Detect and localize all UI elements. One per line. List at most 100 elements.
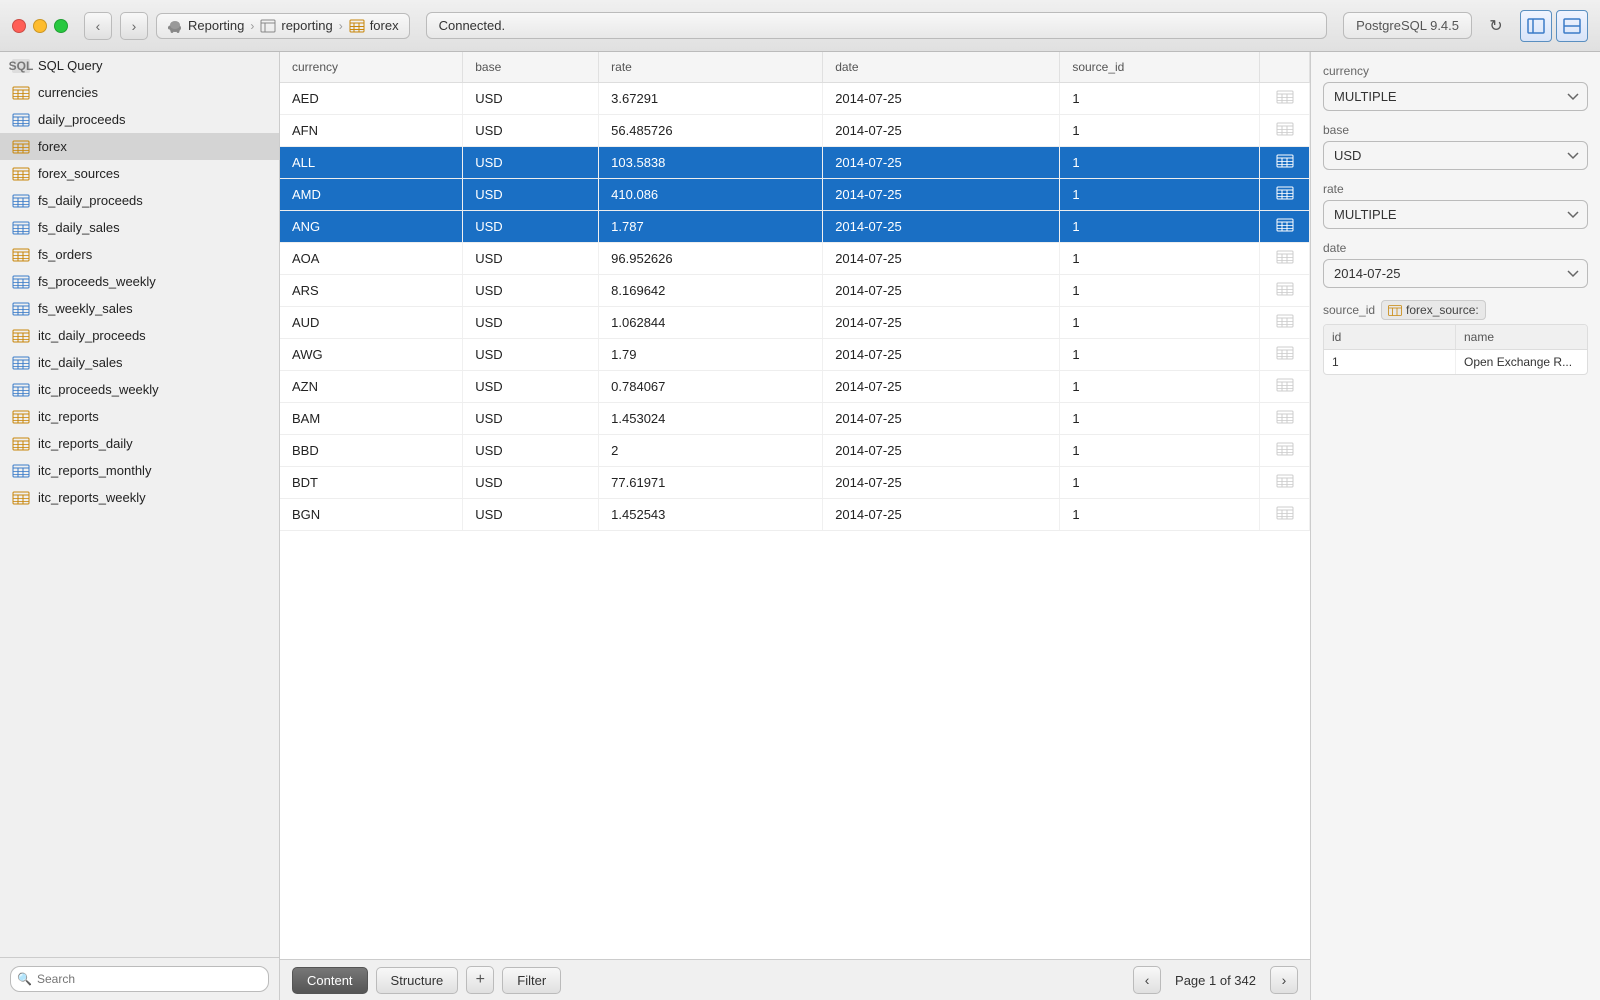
table-icon-itc-reports: [12, 410, 30, 424]
sidebar-item-fs-proceeds-weekly[interactable]: fs_proceeds_weekly: [0, 268, 279, 295]
table-row[interactable]: AFN USD 56.485726 2014-07-25 1: [280, 115, 1310, 147]
close-button[interactable]: [12, 19, 26, 33]
sidebar-item-fs-daily-proceeds[interactable]: fs_daily_proceeds: [0, 187, 279, 214]
view-split-button[interactable]: [1556, 10, 1588, 42]
panel-rate-select[interactable]: MULTIPLE: [1323, 200, 1588, 229]
sidebar-item-forex[interactable]: forex: [0, 133, 279, 160]
sidebar-item-itc-daily-proceeds[interactable]: itc_daily_proceeds: [0, 322, 279, 349]
cell-table-icon[interactable]: [1260, 371, 1310, 403]
cell-rate: 1.453024: [599, 403, 823, 435]
table-row[interactable]: ANG USD 1.787 2014-07-25 1: [280, 211, 1310, 243]
sidebar-item-itc-daily-sales[interactable]: itc_daily_sales: [0, 349, 279, 376]
cell-table-icon[interactable]: [1260, 243, 1310, 275]
col-header-source-id[interactable]: source_id: [1060, 52, 1260, 83]
panel-currency-label: currency: [1323, 64, 1588, 78]
sidebar-item-itc-proceeds-weekly[interactable]: itc_proceeds_weekly: [0, 376, 279, 403]
sidebar-item-itc-reports-monthly[interactable]: itc_reports_monthly: [0, 457, 279, 484]
table-row[interactable]: BBD USD 2 2014-07-25 1: [280, 435, 1310, 467]
table-icon-itc-daily-proceeds: [12, 329, 30, 343]
cell-source-id: 1: [1060, 467, 1260, 499]
nav-back-icon: ‹: [96, 18, 101, 34]
table-row[interactable]: AUD USD 1.062844 2014-07-25 1: [280, 307, 1310, 339]
col-header-date[interactable]: date: [823, 52, 1060, 83]
cell-table-icon[interactable]: [1260, 467, 1310, 499]
breadcrumb-schema[interactable]: reporting: [260, 18, 332, 33]
table-icon-currencies: [12, 86, 30, 100]
source-table-badge[interactable]: forex_source:: [1381, 300, 1486, 320]
col-header-rate[interactable]: rate: [599, 52, 823, 83]
sidebar-item-itc-reports-daily[interactable]: itc_reports_daily: [0, 430, 279, 457]
cell-base: USD: [463, 275, 599, 307]
breadcrumb-table-label: forex: [370, 18, 399, 33]
cell-base: USD: [463, 339, 599, 371]
table-row[interactable]: AOA USD 96.952626 2014-07-25 1: [280, 243, 1310, 275]
refresh-button[interactable]: ↻: [1480, 10, 1512, 42]
panel-source-id-field: source_id forex_source: id: [1323, 300, 1588, 375]
nav-back-button[interactable]: ‹: [84, 12, 112, 40]
cell-base: USD: [463, 403, 599, 435]
cell-table-icon[interactable]: [1260, 83, 1310, 115]
cell-table-icon[interactable]: [1260, 179, 1310, 211]
sidebar-item-forex-sources[interactable]: forex_sources: [0, 160, 279, 187]
sidebar-list: SQL SQL Query currencies daily_proceeds: [0, 52, 279, 957]
cell-source-id: 1: [1060, 499, 1260, 531]
cell-rate: 103.5838: [599, 147, 823, 179]
cell-table-icon[interactable]: [1260, 403, 1310, 435]
tab-content-button[interactable]: Content: [292, 967, 368, 994]
cell-table-icon[interactable]: [1260, 307, 1310, 339]
cell-table-icon[interactable]: [1260, 275, 1310, 307]
table-row[interactable]: ALL USD 103.5838 2014-07-25 1: [280, 147, 1310, 179]
breadcrumb-db[interactable]: Reporting: [167, 18, 244, 34]
sidebar-item-fs-daily-sales[interactable]: fs_daily_sales: [0, 214, 279, 241]
table-row[interactable]: BAM USD 1.453024 2014-07-25 1: [280, 403, 1310, 435]
sidebar-item-label: fs_orders: [38, 247, 92, 262]
table-row[interactable]: BGN USD 1.452543 2014-07-25 1: [280, 499, 1310, 531]
cell-currency: AMD: [280, 179, 463, 211]
breadcrumb-table[interactable]: forex: [349, 18, 399, 33]
cell-table-icon[interactable]: [1260, 435, 1310, 467]
minimize-button[interactable]: [33, 19, 47, 33]
sidebar-item-label: itc_proceeds_weekly: [38, 382, 159, 397]
cell-table-icon[interactable]: [1260, 211, 1310, 243]
panel-base-select[interactable]: USD: [1323, 141, 1588, 170]
table-row[interactable]: AMD USD 410.086 2014-07-25 1: [280, 179, 1310, 211]
cell-base: USD: [463, 83, 599, 115]
cell-table-icon[interactable]: [1260, 147, 1310, 179]
sidebar-item-currencies[interactable]: currencies: [0, 79, 279, 106]
mini-table-row[interactable]: 1 Open Exchange R...: [1324, 350, 1587, 374]
sidebar-item-fs-weekly-sales[interactable]: fs_weekly_sales: [0, 295, 279, 322]
page-next-button[interactable]: ›: [1270, 966, 1298, 994]
add-row-button[interactable]: +: [466, 966, 494, 994]
view-sidebar-button[interactable]: [1520, 10, 1552, 42]
col-header-base[interactable]: base: [463, 52, 599, 83]
cell-table-icon[interactable]: [1260, 115, 1310, 147]
panel-base-label: base: [1323, 123, 1588, 137]
sidebar-item-itc-reports[interactable]: itc_reports: [0, 403, 279, 430]
table-row[interactable]: AED USD 3.67291 2014-07-25 1: [280, 83, 1310, 115]
sidebar-item-itc-reports-weekly[interactable]: itc_reports_weekly: [0, 484, 279, 511]
cell-table-icon[interactable]: [1260, 339, 1310, 371]
search-icon: 🔍: [17, 972, 32, 986]
cell-table-icon[interactable]: [1260, 499, 1310, 531]
col-header-currency[interactable]: currency: [280, 52, 463, 83]
search-input[interactable]: [10, 966, 269, 992]
cell-currency: AUD: [280, 307, 463, 339]
sidebar-item-sql-query[interactable]: SQL SQL Query: [0, 52, 279, 79]
filter-button[interactable]: Filter: [502, 967, 561, 994]
mini-col-name: name: [1456, 325, 1587, 349]
page-prev-button[interactable]: ‹: [1133, 966, 1161, 994]
nav-forward-button[interactable]: ›: [120, 12, 148, 40]
table-row[interactable]: ARS USD 8.169642 2014-07-25 1: [280, 275, 1310, 307]
sidebar-item-fs-orders[interactable]: fs_orders: [0, 241, 279, 268]
sidebar-item-label: fs_weekly_sales: [38, 301, 133, 316]
panel-currency-select[interactable]: MULTIPLE: [1323, 82, 1588, 111]
table-row[interactable]: AZN USD 0.784067 2014-07-25 1: [280, 371, 1310, 403]
sidebar-item-daily-proceeds[interactable]: daily_proceeds: [0, 106, 279, 133]
tab-structure-button[interactable]: Structure: [376, 967, 459, 994]
panel-date-select[interactable]: 2014-07-25: [1323, 259, 1588, 288]
mini-cell-id: 1: [1324, 350, 1456, 374]
maximize-button[interactable]: [54, 19, 68, 33]
cell-date: 2014-07-25: [823, 307, 1060, 339]
table-row[interactable]: AWG USD 1.79 2014-07-25 1: [280, 339, 1310, 371]
table-row[interactable]: BDT USD 77.61971 2014-07-25 1: [280, 467, 1310, 499]
